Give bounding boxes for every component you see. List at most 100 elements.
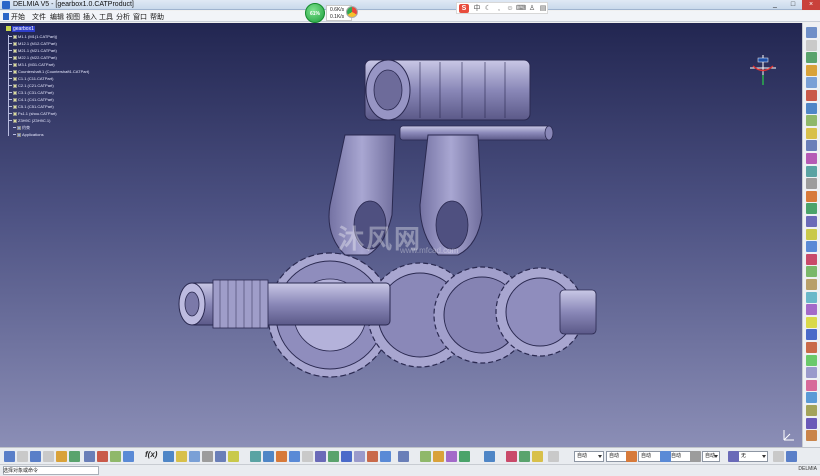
toolbar-tool-icon[interactable] (97, 451, 108, 462)
toolbar-tool-icon[interactable] (123, 451, 134, 462)
3d-viewport[interactable]: 沐风网 www.mfcad.com gearbox1 M1.1 (M1(1.CA… (0, 23, 802, 447)
toolbar-tool-icon[interactable] (69, 451, 80, 462)
toolbar-tool-icon[interactable] (806, 52, 817, 64)
toolbar-tool-icon[interactable] (43, 451, 54, 462)
menu-view[interactable]: 视图 (66, 12, 80, 22)
toolbar-tool-icon[interactable] (4, 451, 15, 462)
toolbar-tool-icon[interactable] (519, 451, 530, 462)
toolbar-tool-icon[interactable] (806, 102, 817, 114)
sogou-icon[interactable]: S (459, 4, 469, 13)
toolbar-tool-icon[interactable] (30, 451, 41, 462)
tree-node[interactable]: Fs1.1 (shou.CATPart) (9, 111, 57, 118)
toolbar-tool-icon[interactable] (328, 451, 339, 462)
toolbar-tool-icon[interactable] (806, 127, 817, 139)
tree-node[interactable]: M12.1 (M12.CATPart) (9, 41, 57, 48)
toolbar-tool-icon[interactable] (276, 451, 287, 462)
compass-icon[interactable] (748, 53, 778, 87)
toolbar-tool-icon[interactable] (806, 90, 817, 101)
toolbar-tool-icon[interactable] (420, 451, 431, 462)
toolbar-tool-icon[interactable] (806, 379, 817, 391)
chinese-input-icon[interactable]: 中 (472, 4, 482, 13)
toolbar-tool-icon[interactable] (806, 64, 817, 76)
toolbar-tool-icon[interactable] (806, 367, 817, 379)
toolbar-tool-icon[interactable] (806, 178, 817, 190)
minimize-button[interactable]: _ (766, 0, 784, 10)
toolbar-tool-icon[interactable] (506, 451, 517, 462)
toolbar-tool-icon[interactable] (806, 228, 817, 240)
toolbar-tool-icon[interactable] (398, 451, 409, 462)
tree-node[interactable]: Countershaft.1 (Countershaft1.CATPart) (9, 69, 89, 76)
tree-node[interactable]: M1.1 (M1(1.CATPart)) (9, 34, 57, 41)
display-mode-select[interactable]: 自动 (574, 451, 604, 462)
toolbar-tool-icon[interactable] (354, 451, 365, 462)
menu-tools[interactable]: 工具 (99, 12, 113, 22)
toolbar-tool-icon[interactable] (315, 451, 326, 462)
toolbar-tool-icon[interactable] (806, 342, 817, 353)
menu-analyze[interactable]: 分析 (116, 12, 130, 22)
toolbar-tool-icon[interactable] (806, 392, 817, 404)
tree-node[interactable]: Applications (13, 132, 44, 139)
toolbar-tool-icon[interactable] (806, 216, 817, 227)
toolbar-tool-icon[interactable] (660, 451, 671, 462)
toolbar-tool-icon[interactable] (773, 451, 784, 462)
toolbar-tool-icon[interactable] (176, 451, 187, 462)
tree-node[interactable]: C2.1 (C21.CATPart) (9, 83, 54, 90)
toolbar-tool-icon[interactable] (806, 39, 817, 51)
close-button[interactable]: × (802, 0, 820, 10)
tree-node[interactable]: M21.1 (M21.CATPart) (9, 48, 57, 55)
toolbar-tool-icon[interactable] (806, 253, 817, 265)
browser-icon[interactable] (346, 6, 358, 18)
toolbar-tool-icon[interactable] (446, 451, 457, 462)
toolbar-tool-icon[interactable] (263, 451, 274, 462)
toolbar-tool-icon[interactable] (806, 417, 817, 429)
menu-file[interactable]: 文件 (32, 12, 46, 22)
tree-node[interactable]: M3.1 (M31.CATPart) (9, 62, 55, 69)
toolbar-tool-icon[interactable] (806, 241, 817, 253)
menu-help[interactable]: 帮助 (150, 12, 164, 22)
user-icon[interactable]: ♙ (527, 4, 537, 13)
toolbar-tool-icon[interactable] (806, 354, 817, 366)
tree-node[interactable]: C1.1 (C11.CATPart) (9, 76, 53, 83)
toolbar-tool-icon[interactable] (228, 451, 239, 462)
toolbar-tool-icon[interactable] (806, 291, 817, 303)
toolbar-tool-icon[interactable] (806, 266, 817, 278)
toolbar-tool-icon[interactable] (17, 451, 28, 462)
line-weight-select[interactable]: 自动 (702, 451, 720, 462)
toolbar-tool-icon[interactable] (484, 451, 495, 462)
tree-node[interactable]: C3.1 (C31.CATPart) (9, 90, 54, 97)
toolbar-tool-icon[interactable] (806, 279, 817, 290)
tray-menu-icon[interactable]: ▤ (538, 4, 548, 13)
toolbar-tool-icon[interactable] (84, 451, 95, 462)
toolbar-tool-icon[interactable] (110, 451, 121, 462)
toolbar-tool-icon[interactable] (806, 203, 817, 215)
toolbar-tool-icon[interactable] (626, 451, 637, 462)
formula-button[interactable]: f(x) (145, 450, 157, 459)
menu-start[interactable]: 开始 (11, 12, 25, 22)
toolbar-tool-icon[interactable] (459, 451, 470, 462)
toolbar-tool-icon[interactable] (532, 451, 543, 462)
toolbar-tool-icon[interactable] (341, 451, 352, 462)
menu-edit[interactable]: 编辑 (50, 12, 64, 22)
toolbar-tool-icon[interactable] (367, 451, 378, 462)
toolbar-tool-icon[interactable] (56, 451, 67, 462)
toolbar-tool-icon[interactable] (380, 451, 391, 462)
toolbar-tool-icon[interactable] (189, 451, 200, 462)
toolbar-tool-icon[interactable] (806, 190, 817, 202)
tree-node[interactable]: C4.1 (C41.CATPart) (9, 97, 54, 104)
toolbar-tool-icon[interactable] (163, 451, 174, 462)
toolbar-tool-icon[interactable] (806, 430, 817, 442)
toolbar-tool-icon[interactable] (690, 451, 701, 462)
toolbar-tool-icon[interactable] (548, 451, 559, 462)
toolbar-tool-icon[interactable] (302, 451, 313, 462)
speed-ball[interactable]: 61% (305, 3, 325, 23)
toolbar-tool-icon[interactable] (806, 115, 817, 127)
tree-node[interactable]: 约束 (13, 125, 30, 132)
toolbar-tool-icon[interactable] (215, 451, 226, 462)
menu-insert[interactable]: 插入 (83, 12, 97, 22)
toolbar-tool-icon[interactable] (806, 316, 817, 328)
toolbar-tool-icon[interactable] (806, 27, 817, 38)
menu-window[interactable]: 窗口 (133, 12, 147, 22)
tree-root[interactable]: gearbox1 (6, 26, 35, 33)
moon-icon[interactable]: ☾ (483, 4, 493, 13)
keyboard-icon[interactable]: ⌨ (516, 4, 526, 13)
